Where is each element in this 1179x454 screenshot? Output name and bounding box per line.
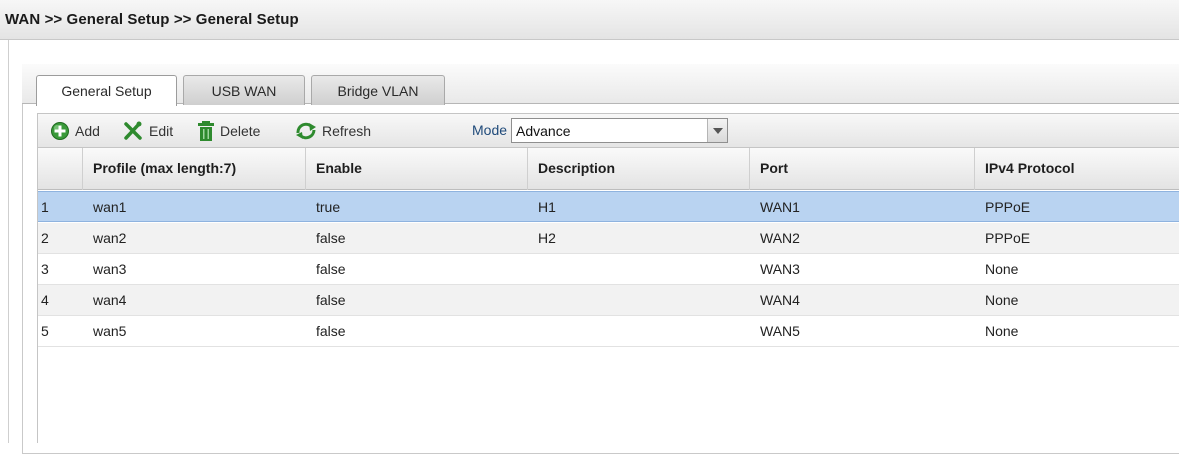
add-label: Add (75, 122, 100, 139)
description-cell (528, 285, 750, 315)
add-button[interactable]: Add (50, 114, 100, 147)
port-cell: WAN1 (760, 199, 800, 215)
port-cell: WAN4 (760, 292, 800, 308)
chevron-down-icon[interactable] (707, 119, 727, 142)
port-cell: WAN2 (760, 230, 800, 246)
refresh-button[interactable]: Refresh (295, 114, 371, 147)
table-row[interactable]: 3 wan3 false WAN3 None (38, 254, 1179, 285)
header-row-number (38, 148, 83, 190)
left-border (8, 40, 9, 443)
row-number: 3 (41, 261, 49, 277)
header-profile[interactable]: Profile (max length:7) (83, 148, 306, 190)
row-number: 5 (41, 323, 49, 339)
row-number: 2 (41, 230, 49, 246)
table-header: Profile (max length:7) Enable Descriptio… (38, 148, 1179, 190)
enable-cell: false (316, 230, 346, 246)
protocol-cell: None (985, 323, 1019, 339)
enable-cell: false (316, 261, 346, 277)
refresh-label: Refresh (322, 122, 372, 139)
toolbar: Add Edit Delete Refresh Mode: Advance (37, 113, 1179, 148)
port-cell: WAN5 (760, 323, 800, 339)
protocol-cell: None (985, 261, 1019, 277)
row-number: 4 (41, 292, 49, 308)
enable-cell: true (316, 199, 341, 215)
enable-cell: false (316, 292, 346, 308)
port-cell: WAN3 (760, 261, 800, 277)
mode-label: Mode : (472, 122, 515, 138)
header-port[interactable]: Port (750, 148, 975, 190)
description-cell: H1 (538, 199, 556, 215)
header-enable[interactable]: Enable (306, 148, 528, 190)
table-row[interactable]: 1 wan1 true H1 WAN1 PPPoE (38, 191, 1179, 222)
wan-profile-table: Profile (max length:7) Enable Descriptio… (37, 148, 1179, 443)
profile-cell: wan2 (93, 230, 127, 246)
wan-general-setup-window: WAN >> General Setup >> General Setup Ge… (0, 0, 1179, 454)
add-icon (50, 121, 70, 141)
header-description[interactable]: Description (528, 148, 750, 190)
refresh-icon (295, 121, 317, 141)
mode-select[interactable]: Advance (511, 118, 728, 143)
protocol-cell: PPPoE (985, 199, 1031, 215)
edit-icon (122, 120, 144, 142)
trash-icon (197, 120, 215, 142)
edit-button[interactable]: Edit (122, 114, 173, 147)
table-row[interactable]: 5 wan5 false WAN5 None (38, 316, 1179, 347)
row-number: 1 (41, 199, 49, 215)
profile-cell: wan3 (93, 261, 127, 277)
table-row[interactable]: 4 wan4 false WAN4 None (38, 285, 1179, 316)
tab-bridge-vlan[interactable]: Bridge VLAN (311, 75, 445, 105)
header-ipv4-protocol[interactable]: IPv4 Protocol (975, 148, 1179, 190)
delete-button[interactable]: Delete (197, 114, 260, 147)
profile-cell: wan4 (93, 292, 127, 308)
enable-cell: false (316, 323, 346, 339)
description-cell (528, 316, 750, 346)
description-cell (528, 254, 750, 284)
tab-usb-wan[interactable]: USB WAN (183, 75, 305, 105)
breadcrumb: WAN >> General Setup >> General Setup (0, 0, 1179, 40)
profile-cell: wan1 (93, 199, 127, 215)
protocol-cell: None (985, 292, 1019, 308)
table-row[interactable]: 2 wan2 false H2 WAN2 PPPoE (38, 223, 1179, 254)
mode-select-value: Advance (516, 123, 571, 139)
edit-label: Edit (149, 122, 174, 139)
delete-label: Delete (220, 122, 261, 139)
description-cell: H2 (538, 230, 556, 246)
tab-bar: General Setup USB WAN Bridge VLAN (22, 64, 1179, 106)
profile-cell: wan5 (93, 323, 127, 339)
protocol-cell: PPPoE (985, 230, 1031, 246)
tab-general-setup[interactable]: General Setup (36, 75, 177, 106)
